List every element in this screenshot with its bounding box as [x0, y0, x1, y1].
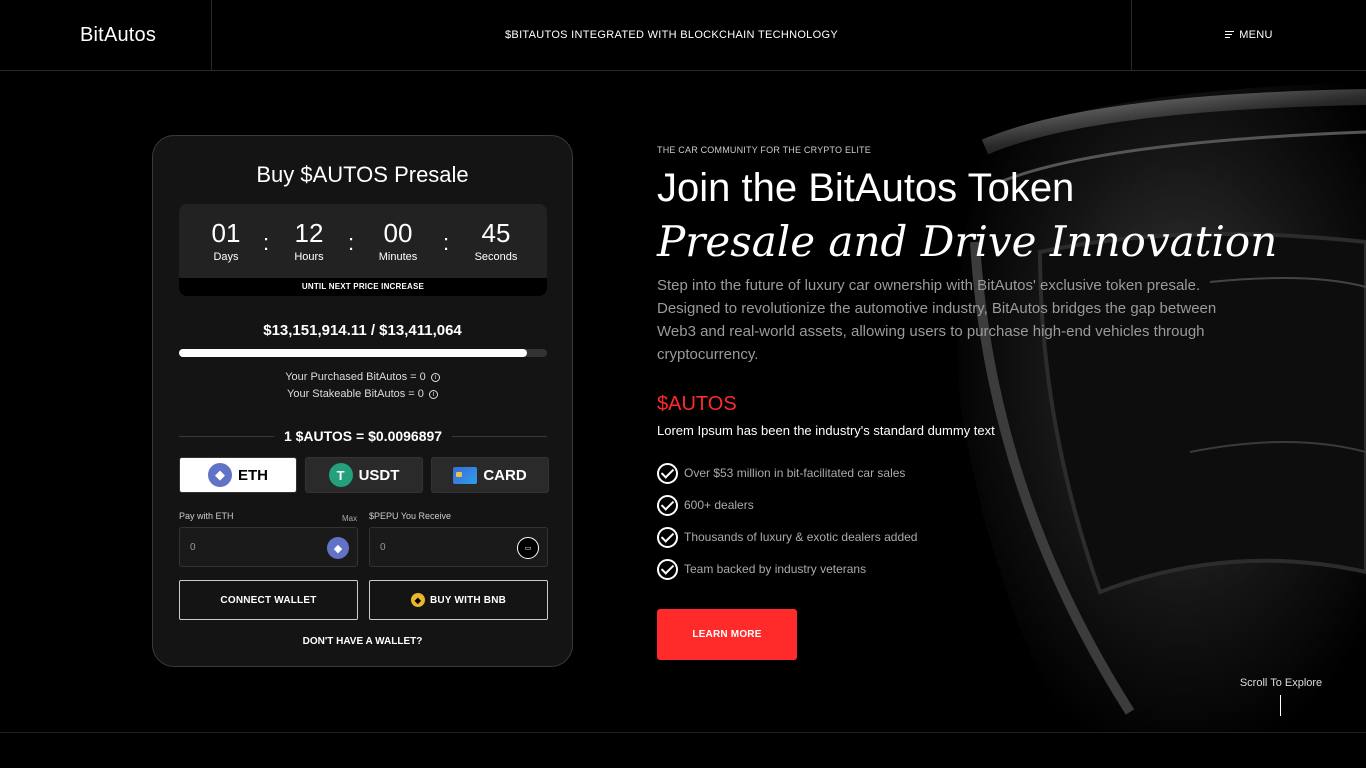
- connect-wallet-button[interactable]: CONNECT WALLET: [179, 580, 358, 620]
- countdown-minutes: 00 Minutes: [358, 216, 438, 263]
- rate-text: 1 $AUTOS = $0.0096897: [283, 428, 443, 444]
- hero-subtitle: Lorem Ipsum has been the industry's stan…: [657, 423, 995, 438]
- scroll-to-explore[interactable]: Scroll To Explore: [1226, 677, 1336, 689]
- feature-text: Thousands of luxury & exotic dealers add…: [684, 530, 918, 544]
- eth-icon: ◆: [208, 463, 232, 487]
- progress-fill: [179, 349, 527, 357]
- hero-title-line1: Join the BitAutos Token: [657, 166, 1075, 210]
- raised-amount: $13,151,914.11 / $13,411,064: [263, 322, 462, 339]
- feature-text: Team backed by industry veterans: [684, 562, 867, 576]
- eth-icon: ◆: [327, 537, 349, 559]
- buy-bnb-label: BUY WITH BNB: [429, 594, 507, 606]
- minutes-label: Minutes: [378, 251, 418, 263]
- hours-value: 12: [294, 218, 324, 248]
- token-rate: 1 $AUTOS = $0.0096897: [179, 426, 548, 446]
- scroll-indicator-line: [1280, 695, 1281, 716]
- tab-card[interactable]: CARD: [431, 457, 549, 493]
- list-item: Over $53 million in bit-facilitated car …: [657, 457, 917, 489]
- countdown-timer: 01 Days : 12 Hours : 00 Minutes : 45 Sec…: [179, 204, 547, 296]
- receive-label: $PEPU You Receive: [369, 511, 452, 521]
- feature-list: Over $53 million in bit-facilitated car …: [657, 457, 917, 585]
- check-circle-icon: [657, 462, 678, 484]
- list-item: 600+ dealers: [657, 489, 917, 521]
- stakeable-info: Your Stakeable BitAutos = 0 i: [153, 388, 572, 400]
- presale-card: Buy $AUTOS Presale 01 Days : 12 Hours : …: [152, 135, 573, 667]
- logo-cell: BitAutos: [0, 0, 212, 70]
- header-tagline: $BITAUTOS INTEGRATED WITH BLOCKCHAIN TEC…: [505, 29, 838, 41]
- check-circle-icon: [657, 494, 678, 516]
- card-icon: [453, 466, 478, 484]
- tab-label: USDT: [358, 466, 400, 484]
- no-wallet-link[interactable]: DON'T HAVE A WALLET?: [153, 636, 572, 647]
- feature-text: Over $53 million in bit-facilitated car …: [684, 466, 906, 480]
- max-button[interactable]: Max: [342, 514, 357, 523]
- info-icon[interactable]: i: [428, 389, 438, 399]
- purchased-info: Your Purchased BitAutos = 0 i: [153, 371, 572, 383]
- pay-amount-field: ◆: [179, 527, 358, 567]
- menu-icon: [1225, 31, 1235, 39]
- progress-bar: [179, 349, 547, 357]
- receive-amount-field: ▭: [369, 527, 548, 567]
- countdown-footer: UNTIL NEXT PRICE INCREASE: [179, 278, 547, 296]
- menu-label: MENU: [1239, 29, 1273, 41]
- tab-label: ETH: [238, 466, 268, 484]
- pay-amount-input[interactable]: [190, 538, 310, 556]
- countdown-days: 01 Days: [186, 216, 266, 263]
- seconds-value: 45: [481, 218, 511, 248]
- divider: [179, 435, 274, 437]
- presale-title: Buy $AUTOS Presale: [256, 162, 469, 187]
- usdt-icon: T: [328, 463, 353, 487]
- logo[interactable]: BitAutos: [80, 24, 156, 47]
- site-header: BitAutos $BITAUTOS INTEGRATED WITH BLOCK…: [0, 0, 1366, 71]
- days-label: Days: [213, 251, 239, 263]
- minutes-value: 00: [383, 218, 413, 248]
- tab-usdt[interactable]: T USDT: [305, 457, 423, 493]
- menu-button[interactable]: MENU: [1131, 0, 1366, 70]
- purchased-text: Your Purchased BitAutos = 0: [285, 371, 426, 383]
- hero-title-line2: Presale and Drive Innovation: [657, 217, 1278, 266]
- tab-label: CARD: [483, 466, 527, 484]
- check-circle-icon: [657, 526, 678, 548]
- stakeable-text: Your Stakeable BitAutos = 0: [287, 388, 424, 400]
- tab-eth[interactable]: ◆ ETH: [179, 457, 297, 493]
- countdown-seconds: 45 Seconds: [456, 216, 536, 263]
- days-value: 01: [211, 218, 241, 248]
- feature-text: 600+ dealers: [684, 498, 754, 512]
- buy-bnb-button[interactable]: ◆ BUY WITH BNB: [369, 580, 548, 620]
- learn-more-button[interactable]: LEARN MORE: [657, 609, 797, 660]
- divider: [452, 435, 548, 437]
- receive-amount-input[interactable]: [380, 538, 500, 556]
- countdown-hours: 12 Hours: [269, 216, 349, 263]
- token-icon: ▭: [517, 537, 539, 559]
- connect-wallet-label: CONNECT WALLET: [220, 594, 317, 606]
- payment-tabs: ◆ ETH T USDT CARD: [179, 457, 549, 493]
- countdown-separator: :: [443, 230, 450, 255]
- seconds-label: Seconds: [474, 251, 518, 263]
- countdown-separator: :: [348, 230, 355, 255]
- hero-description: Step into the future of luxury car owner…: [657, 277, 1217, 363]
- hours-label: Hours: [294, 251, 324, 263]
- section-divider: [0, 732, 1366, 733]
- list-item: Thousands of luxury & exotic dealers add…: [657, 521, 917, 553]
- list-item: Team backed by industry veterans: [657, 553, 917, 585]
- check-circle-icon: [657, 558, 678, 580]
- pay-label: Pay with ETH: [179, 511, 234, 521]
- token-ticker: $AUTOS: [657, 393, 737, 415]
- info-icon[interactable]: i: [430, 372, 440, 382]
- hero-eyebrow: THE CAR COMMUNITY FOR THE CRYPTO ELITE: [657, 145, 871, 155]
- bnb-icon: ◆: [410, 593, 425, 607]
